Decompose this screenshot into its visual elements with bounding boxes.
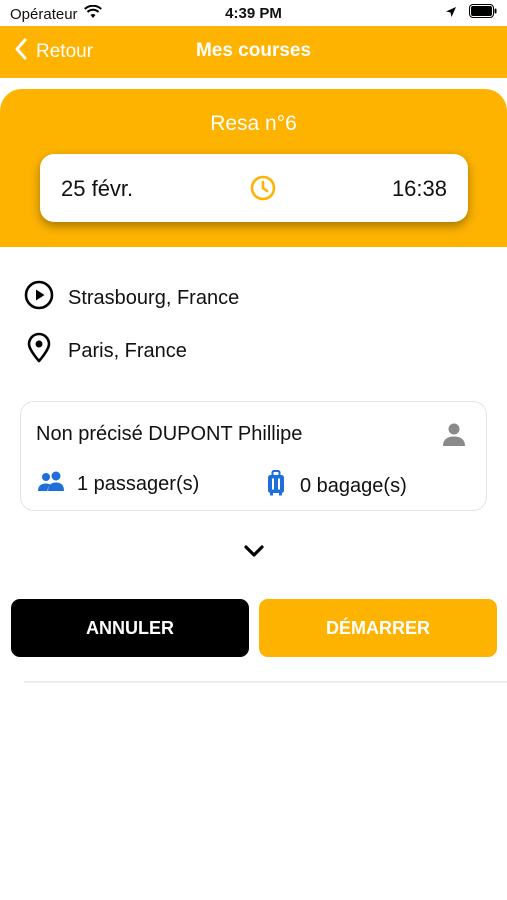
page-title: Mes courses — [195, 40, 312, 61]
passenger-card: Non précisé DUPONT Phillipe 1 passager(s… — [20, 401, 487, 511]
reservation-date: 25 févr. — [61, 176, 134, 201]
luggage-count: 0 bagage(s) — [266, 470, 407, 502]
person-icon — [440, 420, 468, 453]
map-pin-icon — [24, 332, 54, 370]
passenger-count: 1 passager(s) — [37, 470, 199, 498]
reservation-header: Resa n°6 25 févr. 16:38 — [0, 89, 507, 247]
reservation-title: Resa n°6 — [210, 112, 297, 135]
reservation-time: 16:38 — [391, 176, 447, 201]
nav-bar: Retour Mes courses — [0, 26, 507, 78]
status-right — [445, 4, 497, 23]
passenger-name: Non précisé DUPONT Phillipe — [36, 423, 303, 445]
cancel-button[interactable]: ANNULER — [11, 599, 249, 657]
location-arrow-icon — [445, 5, 457, 23]
status-time: 4:39 PM — [225, 5, 282, 22]
passenger-count-label: 1 passager(s) — [77, 472, 200, 495]
destination-address: Paris, France — [68, 339, 187, 362]
start-button[interactable]: DÉMARRER — [259, 599, 497, 657]
battery-icon — [469, 4, 497, 23]
departure-address: Strasbourg, France — [68, 286, 240, 309]
departure-row: Strasbourg, France — [24, 280, 239, 316]
destination-row: Paris, France — [24, 332, 187, 370]
luggage-count-label: 0 bagage(s) — [300, 474, 407, 497]
luggage-icon — [266, 470, 286, 502]
people-icon — [37, 470, 67, 498]
chevron-down-icon[interactable] — [243, 543, 265, 564]
datetime-card: 25 févr. 16:38 — [40, 154, 468, 222]
play-circle-icon — [24, 280, 54, 316]
status-bar: Opérateur 4:39 PM — [0, 0, 507, 26]
divider — [24, 681, 507, 683]
clock-icon — [249, 174, 277, 207]
